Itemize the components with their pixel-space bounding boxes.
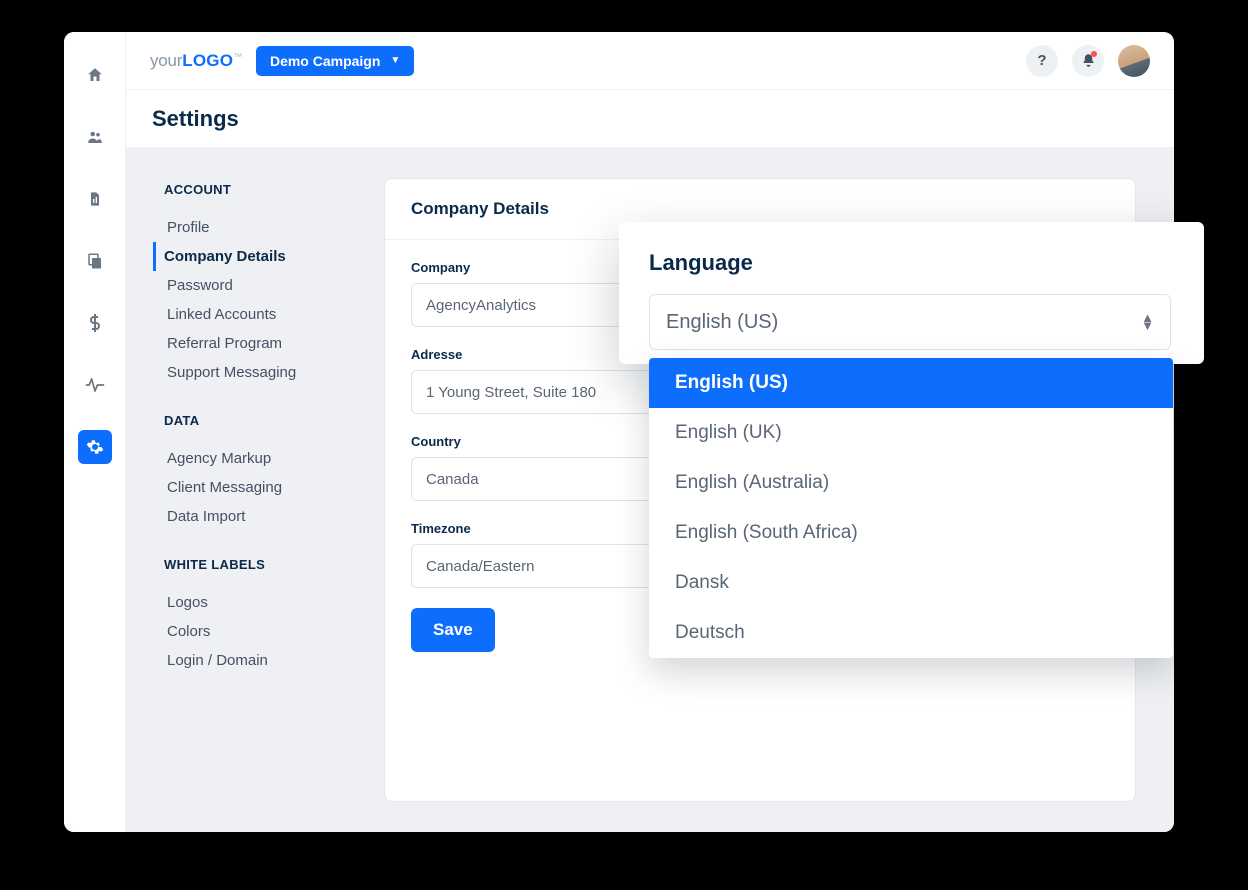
dollar-icon[interactable] xyxy=(78,306,112,340)
brand-logo: yourLOGO™ xyxy=(150,51,242,71)
language-dropdown-menu: English (US) English (UK) English (Austr… xyxy=(649,358,1173,658)
topbar: yourLOGO™ Demo Campaign ▼ ? xyxy=(126,32,1174,90)
gear-icon[interactable] xyxy=(78,430,112,464)
brand-part2: LOGO xyxy=(182,51,233,70)
icon-rail xyxy=(64,32,126,832)
language-option-dansk[interactable]: Dansk xyxy=(649,558,1173,608)
nav-item-logos[interactable]: Logos xyxy=(164,588,354,617)
file-icon[interactable] xyxy=(78,182,112,216)
language-option-en-uk[interactable]: English (UK) xyxy=(649,408,1173,458)
language-selected-value: English (US) xyxy=(666,311,778,334)
page-title-bar: Settings xyxy=(126,90,1174,148)
nav-item-colors[interactable]: Colors xyxy=(164,617,354,646)
nav-item-linked-accounts[interactable]: Linked Accounts xyxy=(164,300,354,329)
language-option-en-au[interactable]: English (Australia) xyxy=(649,458,1173,508)
campaign-selector[interactable]: Demo Campaign ▼ xyxy=(256,46,414,76)
activity-icon[interactable] xyxy=(78,368,112,402)
users-icon[interactable] xyxy=(78,120,112,154)
brand-tm: ™ xyxy=(233,51,242,61)
help-button[interactable]: ? xyxy=(1026,45,1058,77)
save-button[interactable]: Save xyxy=(411,608,495,652)
nav-heading-account: ACCOUNT xyxy=(164,182,354,197)
language-option-deutsch[interactable]: Deutsch xyxy=(649,608,1173,658)
campaign-label: Demo Campaign xyxy=(270,53,380,69)
caret-down-icon: ▼ xyxy=(390,55,400,66)
settings-nav: ACCOUNT Profile Company Details Password… xyxy=(164,178,354,802)
home-icon[interactable] xyxy=(78,58,112,92)
copy-icon[interactable] xyxy=(78,244,112,278)
nav-item-password[interactable]: Password xyxy=(164,271,354,300)
notification-dot xyxy=(1091,51,1097,57)
page-title: Settings xyxy=(152,106,239,132)
language-option-en-us[interactable]: English (US) xyxy=(649,358,1173,408)
nav-heading-white-labels: WHITE LABELS xyxy=(164,557,354,572)
nav-item-support-messaging[interactable]: Support Messaging xyxy=(164,358,354,387)
language-popover: Language English (US) ▲▼ English (US) En… xyxy=(619,222,1204,364)
nav-item-client-messaging[interactable]: Client Messaging xyxy=(164,473,354,502)
nav-heading-data: DATA xyxy=(164,413,354,428)
language-select[interactable]: English (US) ▲▼ xyxy=(649,294,1171,350)
nav-item-agency-markup[interactable]: Agency Markup xyxy=(164,444,354,473)
nav-item-company-details[interactable]: Company Details xyxy=(153,242,354,271)
nav-item-profile[interactable]: Profile xyxy=(164,213,354,242)
nav-item-data-import[interactable]: Data Import xyxy=(164,502,354,531)
chevron-updown-icon: ▲▼ xyxy=(1141,314,1154,329)
help-label: ? xyxy=(1037,52,1046,69)
notifications-button[interactable] xyxy=(1072,45,1104,77)
nav-item-login-domain[interactable]: Login / Domain xyxy=(164,646,354,675)
avatar[interactable] xyxy=(1118,45,1150,77)
language-option-en-za[interactable]: English (South Africa) xyxy=(649,508,1173,558)
brand-part1: your xyxy=(150,51,182,70)
language-title: Language xyxy=(649,250,1174,276)
nav-item-referral-program[interactable]: Referral Program xyxy=(164,329,354,358)
